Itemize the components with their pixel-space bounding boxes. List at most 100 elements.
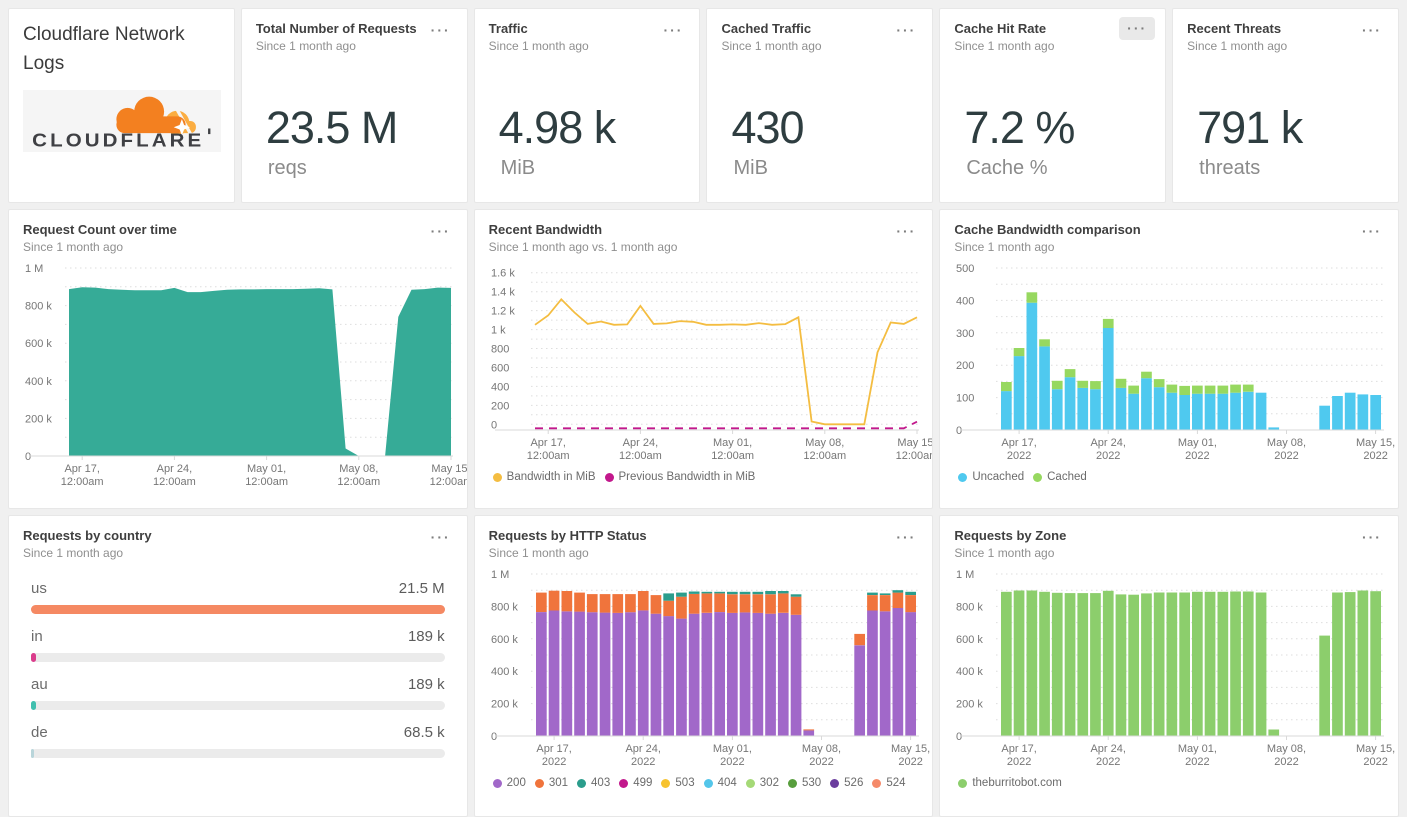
- recent-bandwidth-chart[interactable]: 0 200 400 600 800 1 k 1.2 k 1.4 k 1.6 k Apr 17, 12…: [489, 260, 933, 466]
- bar-segment: [1332, 396, 1344, 430]
- x-axis-label: Apr 17, 2022: [1002, 743, 1037, 768]
- panel-menu-button[interactable]: ···: [1360, 528, 1384, 546]
- stat-value: 791 k: [1197, 102, 1303, 153]
- legend-item-theburritobot-com[interactable]: theburritobot.com: [958, 777, 1062, 789]
- panel-menu-button[interactable]: ···: [1360, 222, 1384, 240]
- legend-item-uncached[interactable]: Uncached: [958, 471, 1024, 483]
- panel-menu-button[interactable]: ···: [1360, 21, 1384, 39]
- legend-item-499[interactable]: 499: [619, 777, 652, 789]
- cloudflare-logo: CLOUDFLARE: [23, 90, 221, 152]
- bar-segment: [1052, 389, 1063, 430]
- legend-label: 530: [801, 777, 822, 789]
- panel-subtitle: Since 1 month ago: [954, 39, 1055, 53]
- legend-item-403[interactable]: 403: [577, 777, 610, 789]
- legend-item-301[interactable]: 301: [534, 777, 569, 789]
- y-axis-label: 0: [956, 731, 962, 743]
- zone-svg: 0 200 k 400 k 600 k 800 k 1 M Apr 17, 2022 Apr 2…: [956, 569, 1395, 768]
- bar-segment: [1128, 385, 1140, 394]
- y-axis-label: 1 M: [491, 569, 509, 581]
- http-status-chart[interactable]: 0 200 k 400 k 600 k 800 k 1 M Apr 17, 2022 Apr 2…: [489, 566, 930, 772]
- legend-item-cached[interactable]: Cached: [1033, 471, 1087, 483]
- x-axis-label: May 15, 2022: [891, 743, 930, 768]
- bar-segment: [548, 610, 560, 736]
- bar-segment: [1179, 385, 1191, 395]
- panel-menu-button[interactable]: ···: [894, 528, 918, 546]
- panel-menu-button[interactable]: ···: [661, 21, 685, 39]
- bar-segment: [739, 591, 751, 595]
- bar-segment: [1039, 591, 1051, 736]
- bar-segment: [892, 590, 903, 593]
- panel-subtitle: Since 1 month ago: [488, 39, 589, 53]
- country-bar-track: [31, 749, 445, 758]
- y-axis-label: 200 k: [491, 699, 518, 711]
- request-count-svg: 0 200 k 400 k 600 k 800 k 1 M Apr 17, 12:00am Ap…: [25, 263, 467, 488]
- legend-dot-icon: [830, 778, 840, 788]
- legend-item-530[interactable]: 530: [787, 777, 822, 789]
- y-axis-label: 800 k: [491, 601, 518, 613]
- panel-menu-button[interactable]: ···: [429, 21, 453, 39]
- bar-segment: [1217, 385, 1229, 394]
- country-row-in: in 189 k: [23, 628, 453, 662]
- country-bar: [31, 605, 445, 614]
- legend-item-526[interactable]: 526: [830, 777, 863, 789]
- bar-segment: [535, 612, 547, 736]
- legend-item-404[interactable]: 404: [703, 777, 737, 789]
- panel-menu-button[interactable]: ···: [1119, 17, 1156, 40]
- legend-item-bandwidth-in-mib[interactable]: Bandwidth in MiB: [492, 471, 596, 483]
- requests-by-zone-chart[interactable]: 0 200 k 400 k 600 k 800 k 1 M Apr 17, 2022 Apr 2…: [954, 566, 1395, 772]
- bar-segment: [1154, 387, 1165, 430]
- bar-segment: [662, 593, 674, 601]
- panel-subtitle: Since 1 month ago vs. 1 month ago: [488, 240, 678, 254]
- bar-segment: [701, 591, 712, 594]
- bar-segment: [1103, 327, 1114, 430]
- country-value: 189 k: [407, 628, 445, 645]
- bar-segment: [1128, 393, 1140, 430]
- legend-item-previous-bandwidth-in-mib[interactable]: Previous Bandwidth in MiB: [604, 471, 755, 483]
- bar-segment: [1115, 378, 1127, 388]
- panel-menu-button[interactable]: ···: [429, 528, 453, 546]
- bar-segment: [650, 595, 661, 614]
- bar-segment: [612, 612, 623, 736]
- bar-segment: [1077, 380, 1089, 388]
- bar-segment: [1103, 318, 1114, 328]
- dashboard-title: Cloudflare Network Logs: [23, 24, 185, 74]
- legend-item-503[interactable]: 503: [661, 777, 695, 789]
- bar-segment: [853, 633, 865, 646]
- legend-item-524[interactable]: 524: [872, 777, 906, 789]
- legend-item-302[interactable]: 302: [745, 777, 779, 789]
- y-axis-label: 200: [956, 360, 974, 372]
- legend-label: 301: [548, 777, 569, 789]
- panel-request-count: Request Count over time Since 1 month ag…: [8, 209, 468, 509]
- panel-menu-button[interactable]: ···: [429, 222, 453, 240]
- bar-segment: [764, 613, 776, 736]
- bar-segment: [726, 612, 738, 736]
- y-axis-label: 100: [956, 393, 974, 405]
- bar-segment: [1205, 385, 1216, 394]
- panel-menu-button[interactable]: ···: [894, 21, 918, 39]
- panel-menu-button[interactable]: ···: [894, 222, 918, 240]
- panel-title: Traffic: [488, 21, 528, 36]
- bar-segment: [739, 594, 751, 613]
- panel-title: Cached Traffic: [721, 21, 812, 36]
- cache-bandwidth-chart[interactable]: 0 100 200 300 400 500 Apr 17, 2022 Apr 24, 2022 Ma…: [954, 260, 1395, 466]
- bar-segment: [1256, 592, 1267, 736]
- bar-segment: [1256, 392, 1267, 430]
- legend-dot-icon: [577, 778, 587, 788]
- recent-bandwidth-legend: Bandwidth in MiB Previous Bandwidth in Mi…: [492, 471, 919, 483]
- bar-segment: [1001, 382, 1013, 392]
- bar-segment: [675, 618, 687, 736]
- bar-segment: [726, 591, 738, 595]
- legend-item-200[interactable]: 200: [492, 777, 526, 789]
- y-axis-label: 400: [491, 381, 509, 393]
- legend-dot-icon: [745, 778, 755, 788]
- legend-dot-icon: [619, 778, 629, 788]
- request-count-chart[interactable]: 0 200 k 400 k 600 k 800 k 1 M Apr 17, 12:00am Ap…: [23, 260, 467, 492]
- bar-segment: [777, 593, 789, 613]
- bar-segment: [866, 595, 878, 611]
- legend-label: Bandwidth in MiB: [506, 471, 596, 483]
- bar-segment: [904, 591, 916, 595]
- y-axis-label: 400 k: [491, 666, 518, 678]
- country-bar: [31, 749, 34, 758]
- panel-title: Recent Bandwidth: [488, 222, 603, 237]
- panel-subtitle: Since 1 month ago: [721, 39, 822, 53]
